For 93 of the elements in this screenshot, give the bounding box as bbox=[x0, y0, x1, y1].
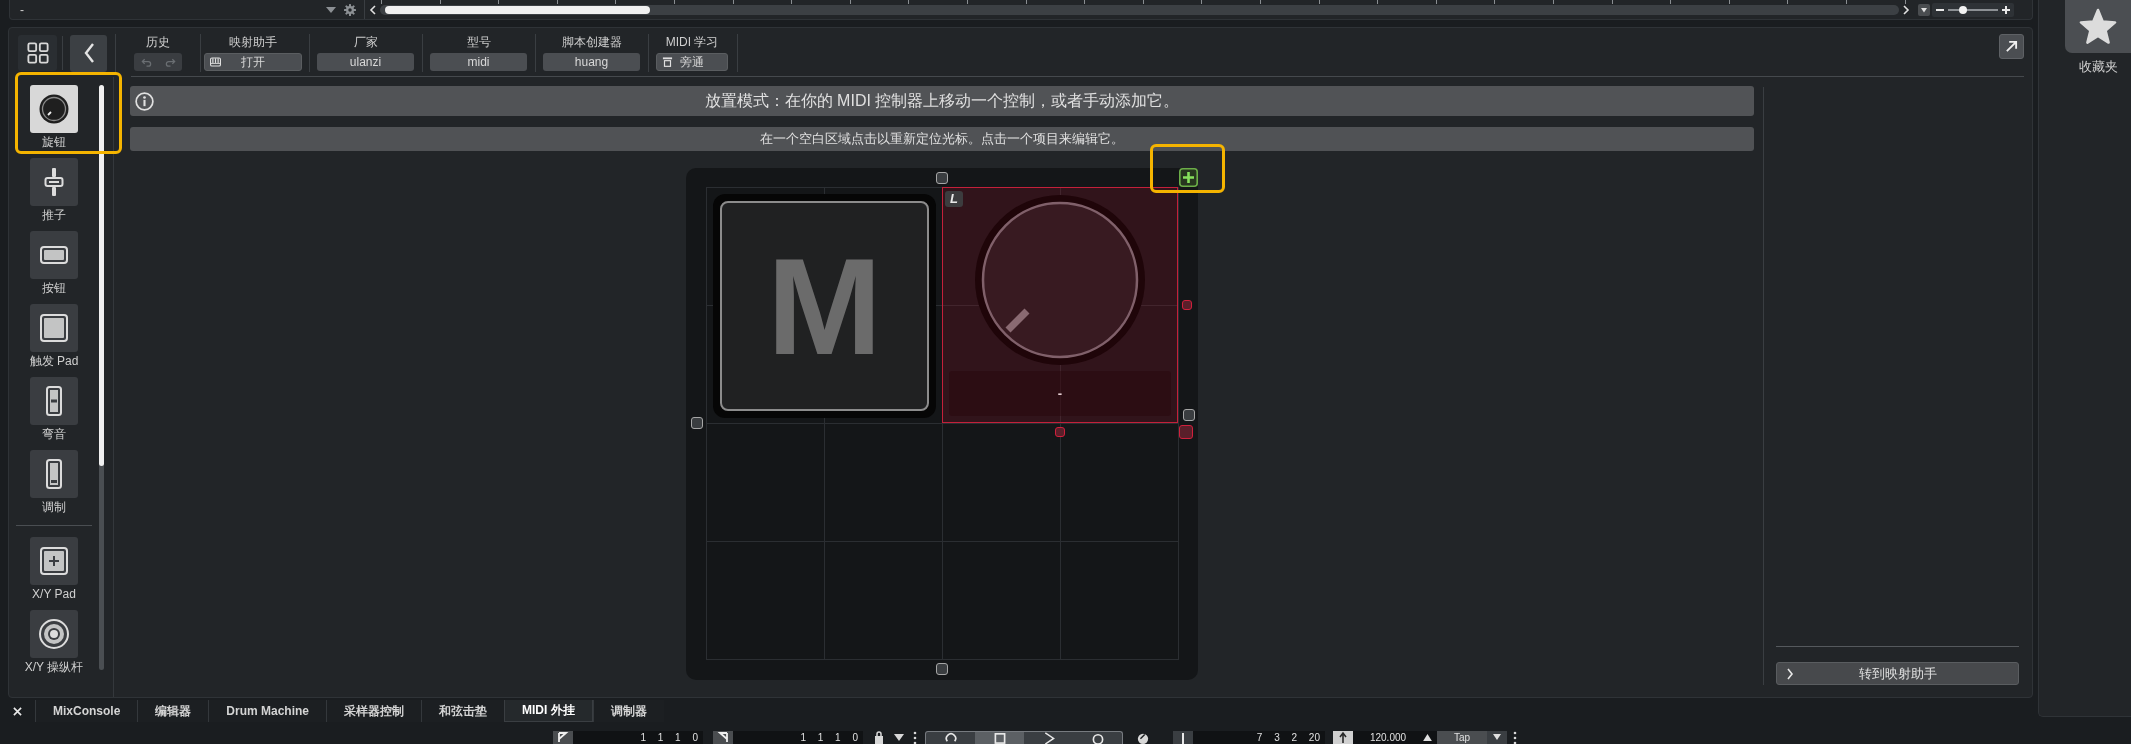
arrow-up-right-icon bbox=[2005, 40, 2018, 53]
star-icon bbox=[2078, 7, 2118, 46]
value-field[interactable]: huang bbox=[543, 53, 640, 71]
value-field[interactable]: midi bbox=[430, 53, 527, 71]
gauge-icon[interactable] bbox=[1137, 731, 1149, 744]
knob-icon bbox=[38, 93, 70, 125]
more-icon[interactable] bbox=[1513, 731, 1517, 744]
control-type-label: 触发 Pad bbox=[29, 354, 79, 368]
marker-icon bbox=[1173, 731, 1193, 744]
control-type-label: 按钮 bbox=[42, 281, 66, 295]
control-type-label: X/Y Pad bbox=[32, 587, 76, 601]
chevron-right-icon bbox=[1786, 667, 1794, 680]
control-type-label: X/Y 操纵杆 bbox=[24, 660, 84, 674]
xy-pad-icon bbox=[38, 545, 70, 577]
plus-icon[interactable] bbox=[2002, 5, 2010, 14]
control-type-label: 弯音 bbox=[42, 427, 66, 441]
scrollbar-thumb[interactable] bbox=[99, 85, 104, 466]
chevron-left-icon bbox=[82, 43, 95, 63]
control-type-label: 推子 bbox=[42, 208, 66, 222]
control-type-button[interactable] bbox=[30, 85, 78, 133]
stop-icon bbox=[992, 732, 1007, 744]
more-icon[interactable] bbox=[913, 731, 917, 744]
resize-handle[interactable] bbox=[1183, 409, 1195, 421]
target-icon bbox=[38, 618, 70, 650]
zone-tab[interactable]: MIDI 外挂 bbox=[504, 700, 593, 722]
tempo-field[interactable]: 120.000 bbox=[1333, 731, 1437, 744]
knob-label-field[interactable]: - bbox=[949, 371, 1171, 416]
grid-view-button[interactable] bbox=[18, 35, 57, 71]
left-locator-field[interactable]: 1 1 1 0 bbox=[553, 731, 703, 744]
knob-dial[interactable] bbox=[975, 195, 1145, 365]
left-flag-icon bbox=[553, 731, 573, 744]
toolbar-label: 型号 bbox=[466, 34, 491, 50]
hint-text: 在一个空白区域点击以重新定位光标。点击一个项目来编辑它。 bbox=[760, 130, 1124, 148]
control-type-button[interactable] bbox=[30, 304, 78, 352]
caret-down-icon[interactable] bbox=[1487, 731, 1507, 744]
grid-icon bbox=[26, 42, 49, 64]
knob-control[interactable]: L - bbox=[942, 187, 1178, 423]
zoom-slider-thumb[interactable] bbox=[1959, 5, 1967, 14]
control-type-label: 调制 bbox=[42, 500, 66, 514]
triangle-up-icon[interactable] bbox=[1423, 734, 1432, 741]
piano-keys-icon bbox=[210, 57, 221, 67]
favorites-button[interactable] bbox=[2065, 0, 2131, 53]
info-message: 放置模式：在你的 MIDI 控制器上移动一个控制，或者手动添加它。 bbox=[703, 90, 1181, 111]
record-icon bbox=[1090, 732, 1105, 744]
horizontal-scrollbar-track[interactable] bbox=[380, 5, 1899, 15]
tap-button[interactable]: Tap bbox=[1437, 731, 1487, 744]
control-type-button[interactable] bbox=[30, 450, 78, 498]
pop-out-button[interactable] bbox=[1999, 34, 2024, 59]
scrollbar-thumb[interactable] bbox=[385, 6, 650, 14]
close-icon[interactable] bbox=[13, 706, 22, 716]
cycle-icon bbox=[943, 732, 958, 744]
bypass-button[interactable]: 旁通 bbox=[656, 53, 728, 71]
favorites-label: 收藏夹 bbox=[2078, 58, 2118, 76]
toolbar-label: MIDI 学习 bbox=[665, 34, 719, 50]
toolbar-label: 厂家 bbox=[353, 34, 378, 50]
info-icon bbox=[135, 91, 154, 111]
toolbar-label: 历史 bbox=[146, 34, 170, 50]
caret-down-icon[interactable] bbox=[326, 6, 336, 13]
chevron-right-icon[interactable] bbox=[1902, 5, 1910, 15]
value-field[interactable]: ulanzi bbox=[317, 53, 414, 71]
resize-handle[interactable] bbox=[1179, 425, 1193, 439]
control-type-button[interactable] bbox=[30, 610, 78, 658]
chevron-left-icon[interactable] bbox=[369, 5, 377, 15]
right-locator-field[interactable]: 1 1 1 0 bbox=[713, 731, 863, 744]
layout-grid[interactable]: M L - bbox=[706, 187, 1179, 660]
toolbar-label: 映射助手 bbox=[229, 34, 277, 50]
control-type-button[interactable] bbox=[30, 231, 78, 279]
arrow-up-icon bbox=[1333, 731, 1353, 744]
control-badge: L bbox=[945, 191, 963, 207]
settings-icon[interactable] bbox=[344, 3, 356, 16]
go-to-mapping-assistant-button[interactable]: 转到映射助手 bbox=[1776, 662, 2019, 685]
control-type-button[interactable] bbox=[30, 537, 78, 585]
resize-handle[interactable] bbox=[691, 417, 703, 429]
back-button[interactable] bbox=[70, 34, 107, 72]
add-icon[interactable] bbox=[1179, 168, 1198, 187]
resize-handle[interactable] bbox=[1182, 300, 1192, 310]
toolbar-label: 脚本创建器 bbox=[561, 34, 622, 50]
resize-handle[interactable] bbox=[936, 663, 948, 675]
resize-handle[interactable] bbox=[1055, 427, 1065, 437]
position-field[interactable]: 7 3 2 20 bbox=[1173, 731, 1325, 744]
resize-handle[interactable] bbox=[936, 172, 948, 184]
stop-button[interactable] bbox=[975, 732, 1024, 744]
lock-icon[interactable] bbox=[873, 731, 885, 744]
dropdown-icon[interactable] bbox=[1918, 3, 1930, 16]
vertical-scrollbar-track[interactable] bbox=[99, 85, 104, 670]
track-name: - bbox=[20, 2, 24, 17]
control-type-button[interactable] bbox=[30, 377, 78, 425]
control-type-label: 旋钮 bbox=[42, 135, 66, 149]
control-type-button[interactable] bbox=[30, 158, 78, 206]
open-button[interactable]: 打开 bbox=[204, 53, 302, 71]
right-flag-icon bbox=[713, 731, 733, 744]
square-icon bbox=[38, 312, 70, 344]
bypass-icon bbox=[662, 57, 673, 67]
